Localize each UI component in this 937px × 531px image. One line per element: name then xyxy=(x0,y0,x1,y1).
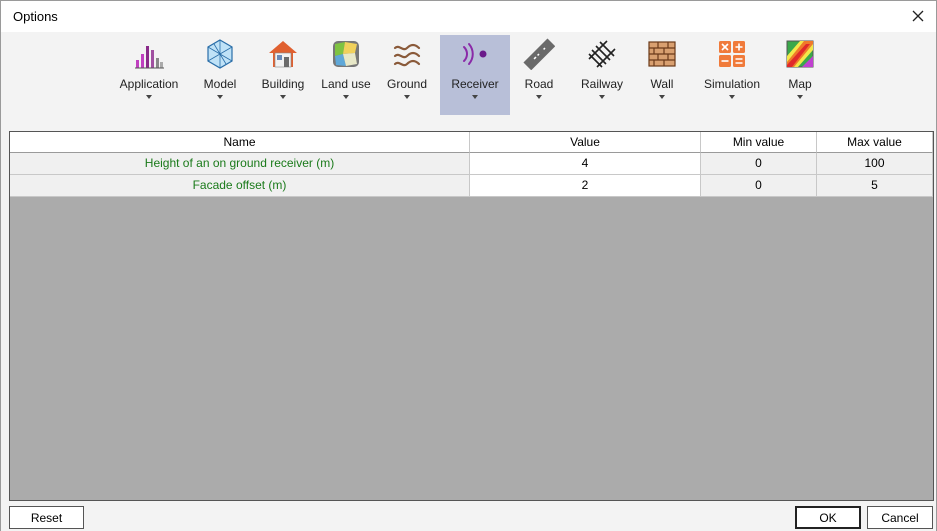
tab-receiver[interactable]: Receiver xyxy=(440,35,510,115)
wall-icon xyxy=(646,38,678,70)
tab-application[interactable]: Application xyxy=(114,35,184,115)
dropdown-arrow-icon xyxy=(280,95,286,99)
tab-label: Wall xyxy=(650,77,674,91)
column-header-max[interactable]: Max value xyxy=(817,132,933,153)
tab-model[interactable]: Model xyxy=(195,35,245,115)
application-icon xyxy=(133,38,165,70)
properties-grid: Name Value Min value Max value Height of… xyxy=(9,131,934,501)
row-max-cell: 100 xyxy=(817,153,933,175)
row-max-cell: 5 xyxy=(817,175,933,197)
column-header-value[interactable]: Value xyxy=(470,132,701,153)
row-min-cell: 0 xyxy=(701,153,817,175)
category-toolbar: Application Model Building Land use Grou… xyxy=(1,32,936,128)
row-name-cell: Height of an on ground receiver (m) xyxy=(10,153,470,175)
row-value-cell[interactable]: 4 xyxy=(470,153,701,175)
cancel-button[interactable]: Cancel xyxy=(867,506,933,529)
road-icon xyxy=(523,38,555,70)
tab-label: Ground xyxy=(386,77,428,91)
tab-label: Simulation xyxy=(703,77,761,91)
tab-label: Railway xyxy=(580,77,623,91)
column-header-name[interactable]: Name xyxy=(10,132,470,153)
tab-label: Map xyxy=(788,77,812,91)
dropdown-arrow-icon xyxy=(599,95,605,99)
tab-wall[interactable]: Wall xyxy=(639,35,685,115)
dropdown-arrow-icon xyxy=(343,95,349,99)
dropdown-arrow-icon xyxy=(146,95,152,99)
reset-button[interactable]: Reset xyxy=(9,506,84,529)
dialog-footer: Reset OK Cancel xyxy=(1,501,936,531)
simulation-icon xyxy=(716,38,748,70)
column-header-min[interactable]: Min value xyxy=(701,132,817,153)
model-icon xyxy=(204,38,236,70)
tab-land-use[interactable]: Land use xyxy=(319,35,373,115)
close-button[interactable] xyxy=(906,5,930,27)
tab-label: Application xyxy=(119,77,179,91)
tab-label: Building xyxy=(261,77,305,91)
dropdown-arrow-icon xyxy=(797,95,803,99)
dropdown-arrow-icon xyxy=(472,95,478,99)
tab-label: Model xyxy=(203,77,237,91)
tab-map[interactable]: Map xyxy=(777,35,823,115)
dropdown-arrow-icon xyxy=(536,95,542,99)
window-title: Options xyxy=(13,9,58,24)
tab-building[interactable]: Building xyxy=(256,35,310,115)
tab-label: Receiver xyxy=(451,77,499,91)
options-dialog: Options Application Model Building Land … xyxy=(0,0,937,531)
tab-simulation[interactable]: Simulation xyxy=(701,35,763,115)
tab-ground[interactable]: Ground xyxy=(381,35,433,115)
ground-icon xyxy=(391,38,423,70)
map-icon xyxy=(784,38,816,70)
title-bar: Options xyxy=(1,1,936,32)
dropdown-arrow-icon xyxy=(404,95,410,99)
building-icon xyxy=(267,38,299,70)
row-min-cell: 0 xyxy=(701,175,817,197)
ok-button[interactable]: OK xyxy=(795,506,861,529)
tab-road[interactable]: Road xyxy=(516,35,562,115)
dropdown-arrow-icon xyxy=(729,95,735,99)
row-value-cell[interactable]: 2 xyxy=(470,175,701,197)
tab-label: Road xyxy=(524,77,554,91)
dropdown-arrow-icon xyxy=(659,95,665,99)
land-use-icon xyxy=(330,38,362,70)
row-name-cell: Facade offset (m) xyxy=(10,175,470,197)
tab-label: Land use xyxy=(321,77,371,91)
receiver-icon xyxy=(459,38,491,70)
dropdown-arrow-icon xyxy=(217,95,223,99)
railway-icon xyxy=(586,38,618,70)
close-icon xyxy=(912,10,924,22)
tab-railway[interactable]: Railway xyxy=(576,35,628,115)
